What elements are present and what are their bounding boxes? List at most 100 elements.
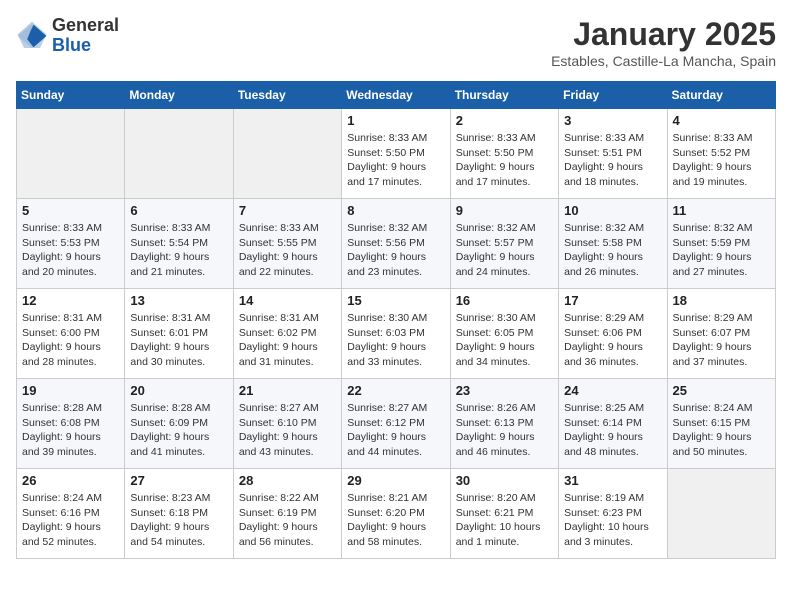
day-number: 7 <box>239 203 336 218</box>
weekday-header-row: SundayMondayTuesdayWednesdayThursdayFrid… <box>17 82 776 109</box>
day-number: 4 <box>673 113 770 128</box>
day-number: 1 <box>347 113 444 128</box>
day-info: Sunrise: 8:27 AMSunset: 6:12 PMDaylight:… <box>347 401 444 460</box>
calendar-cell: 11Sunrise: 8:32 AMSunset: 5:59 PMDayligh… <box>667 199 775 289</box>
calendar-cell: 22 Sunrise: 8:27 AMSunset: 6:12 PMDayligh… <box>342 379 450 469</box>
calendar-cell: 15 Sunrise: 8:30 AMSunset: 6:03 PMDayligh… <box>342 289 450 379</box>
calendar-cell: 19Sunrise: 8:28 AMSunset: 6:08 PMDayligh… <box>17 379 125 469</box>
calendar-cell: 26 Sunrise: 8:24 AMSunset: 6:16 PMDayligh… <box>17 469 125 559</box>
day-number: 6 <box>130 203 227 218</box>
weekday-header-monday: Monday <box>125 82 233 109</box>
day-number: 26 <box>22 473 119 488</box>
calendar-cell: 2 Sunrise: 8:33 AMSunset: 5:50 PMDaylight… <box>450 109 558 199</box>
day-info: Sunrise: 8:29 AMSunset: 6:07 PMDaylight:… <box>673 311 770 370</box>
day-number: 2 <box>456 113 553 128</box>
day-info: Sunrise: 8:33 AMSunset: 5:53 PMDaylight:… <box>22 221 119 280</box>
day-number: 22 <box>347 383 444 398</box>
calendar-cell: 7 Sunrise: 8:33 AMSunset: 5:55 PMDaylight… <box>233 199 341 289</box>
day-number: 18 <box>673 293 770 308</box>
week-row-5: 26 Sunrise: 8:24 AMSunset: 6:16 PMDayligh… <box>17 469 776 559</box>
calendar-cell <box>667 469 775 559</box>
day-info: Sunrise: 8:33 AMSunset: 5:55 PMDaylight:… <box>239 221 336 280</box>
calendar-table: SundayMondayTuesdayWednesdayThursdayFrid… <box>16 81 776 559</box>
day-info: Sunrise: 8:33 AMSunset: 5:54 PMDaylight:… <box>130 221 227 280</box>
calendar-cell: 12Sunrise: 8:31 AMSunset: 6:00 PMDayligh… <box>17 289 125 379</box>
day-info: Sunrise: 8:33 AMSunset: 5:51 PMDaylight:… <box>564 131 661 190</box>
day-number: 16 <box>456 293 553 308</box>
calendar-cell: 27 Sunrise: 8:23 AMSunset: 6:18 PMDayligh… <box>125 469 233 559</box>
day-info: Sunrise: 8:20 AMSunset: 6:21 PMDaylight:… <box>456 491 553 550</box>
logo-text: General Blue <box>52 16 119 56</box>
day-number: 23 <box>456 383 553 398</box>
weekday-header-sunday: Sunday <box>17 82 125 109</box>
day-number: 15 <box>347 293 444 308</box>
calendar-cell: 25 Sunrise: 8:24 AMSunset: 6:15 PMDayligh… <box>667 379 775 469</box>
day-info: Sunrise: 8:31 AMSunset: 6:01 PMDaylight:… <box>130 311 227 370</box>
day-number: 3 <box>564 113 661 128</box>
day-info: Sunrise: 8:19 AMSunset: 6:23 PMDaylight:… <box>564 491 661 550</box>
day-number: 10 <box>564 203 661 218</box>
weekday-header-tuesday: Tuesday <box>233 82 341 109</box>
calendar-cell: 21Sunrise: 8:27 AMSunset: 6:10 PMDayligh… <box>233 379 341 469</box>
calendar-cell: 16 Sunrise: 8:30 AMSunset: 6:05 PMDayligh… <box>450 289 558 379</box>
weekday-header-friday: Friday <box>559 82 667 109</box>
day-number: 8 <box>347 203 444 218</box>
calendar-cell: 30 Sunrise: 8:20 AMSunset: 6:21 PMDayligh… <box>450 469 558 559</box>
calendar-cell: 17Sunrise: 8:29 AMSunset: 6:06 PMDayligh… <box>559 289 667 379</box>
day-number: 30 <box>456 473 553 488</box>
week-row-1: 1 Sunrise: 8:33 AMSunset: 5:50 PMDaylight… <box>17 109 776 199</box>
week-row-3: 12Sunrise: 8:31 AMSunset: 6:00 PMDayligh… <box>17 289 776 379</box>
day-number: 9 <box>456 203 553 218</box>
day-number: 19 <box>22 383 119 398</box>
day-info: Sunrise: 8:31 AMSunset: 6:02 PMDaylight:… <box>239 311 336 370</box>
day-info: Sunrise: 8:24 AMSunset: 6:15 PMDaylight:… <box>673 401 770 460</box>
day-number: 24 <box>564 383 661 398</box>
day-info: Sunrise: 8:30 AMSunset: 6:05 PMDaylight:… <box>456 311 553 370</box>
calendar-cell: 3 Sunrise: 8:33 AMSunset: 5:51 PMDaylight… <box>559 109 667 199</box>
day-number: 20 <box>130 383 227 398</box>
day-info: Sunrise: 8:33 AMSunset: 5:50 PMDaylight:… <box>456 131 553 190</box>
calendar-cell: 13 Sunrise: 8:31 AMSunset: 6:01 PMDayligh… <box>125 289 233 379</box>
day-info: Sunrise: 8:33 AMSunset: 5:50 PMDaylight:… <box>347 131 444 190</box>
day-number: 25 <box>673 383 770 398</box>
calendar-cell: 18 Sunrise: 8:29 AMSunset: 6:07 PMDayligh… <box>667 289 775 379</box>
logo-blue-text: Blue <box>52 36 119 56</box>
day-info: Sunrise: 8:24 AMSunset: 6:16 PMDaylight:… <box>22 491 119 550</box>
calendar-cell: 9Sunrise: 8:32 AMSunset: 5:57 PMDaylight… <box>450 199 558 289</box>
calendar-cell: 4 Sunrise: 8:33 AMSunset: 5:52 PMDaylight… <box>667 109 775 199</box>
day-info: Sunrise: 8:30 AMSunset: 6:03 PMDaylight:… <box>347 311 444 370</box>
day-info: Sunrise: 8:25 AMSunset: 6:14 PMDaylight:… <box>564 401 661 460</box>
day-info: Sunrise: 8:32 AMSunset: 5:56 PMDaylight:… <box>347 221 444 280</box>
week-row-2: 5 Sunrise: 8:33 AMSunset: 5:53 PMDaylight… <box>17 199 776 289</box>
title-block: January 2025 Estables, Castille-La Manch… <box>551 16 776 69</box>
calendar-cell: 6 Sunrise: 8:33 AMSunset: 5:54 PMDaylight… <box>125 199 233 289</box>
weekday-header-saturday: Saturday <box>667 82 775 109</box>
day-info: Sunrise: 8:26 AMSunset: 6:13 PMDaylight:… <box>456 401 553 460</box>
calendar-cell: 14Sunrise: 8:31 AMSunset: 6:02 PMDayligh… <box>233 289 341 379</box>
calendar-title: January 2025 <box>551 16 776 53</box>
day-info: Sunrise: 8:27 AMSunset: 6:10 PMDaylight:… <box>239 401 336 460</box>
calendar-cell <box>125 109 233 199</box>
day-info: Sunrise: 8:33 AMSunset: 5:52 PMDaylight:… <box>673 131 770 190</box>
day-number: 13 <box>130 293 227 308</box>
calendar-cell: 24 Sunrise: 8:25 AMSunset: 6:14 PMDayligh… <box>559 379 667 469</box>
logo-general-text: General <box>52 16 119 36</box>
calendar-cell: 23 Sunrise: 8:26 AMSunset: 6:13 PMDayligh… <box>450 379 558 469</box>
calendar-cell: 10 Sunrise: 8:32 AMSunset: 5:58 PMDayligh… <box>559 199 667 289</box>
day-number: 31 <box>564 473 661 488</box>
day-info: Sunrise: 8:29 AMSunset: 6:06 PMDaylight:… <box>564 311 661 370</box>
calendar-cell <box>17 109 125 199</box>
logo: General Blue <box>16 16 119 56</box>
calendar-cell: 31 Sunrise: 8:19 AMSunset: 6:23 PMDayligh… <box>559 469 667 559</box>
day-info: Sunrise: 8:28 AMSunset: 6:09 PMDaylight:… <box>130 401 227 460</box>
day-info: Sunrise: 8:32 AMSunset: 5:59 PMDaylight:… <box>673 221 770 280</box>
day-number: 12 <box>22 293 119 308</box>
week-row-4: 19Sunrise: 8:28 AMSunset: 6:08 PMDayligh… <box>17 379 776 469</box>
day-info: Sunrise: 8:32 AMSunset: 5:58 PMDaylight:… <box>564 221 661 280</box>
day-number: 5 <box>22 203 119 218</box>
day-number: 27 <box>130 473 227 488</box>
calendar-subtitle: Estables, Castille-La Mancha, Spain <box>551 53 776 69</box>
weekday-header-wednesday: Wednesday <box>342 82 450 109</box>
day-info: Sunrise: 8:23 AMSunset: 6:18 PMDaylight:… <box>130 491 227 550</box>
calendar-cell: 29Sunrise: 8:21 AMSunset: 6:20 PMDayligh… <box>342 469 450 559</box>
